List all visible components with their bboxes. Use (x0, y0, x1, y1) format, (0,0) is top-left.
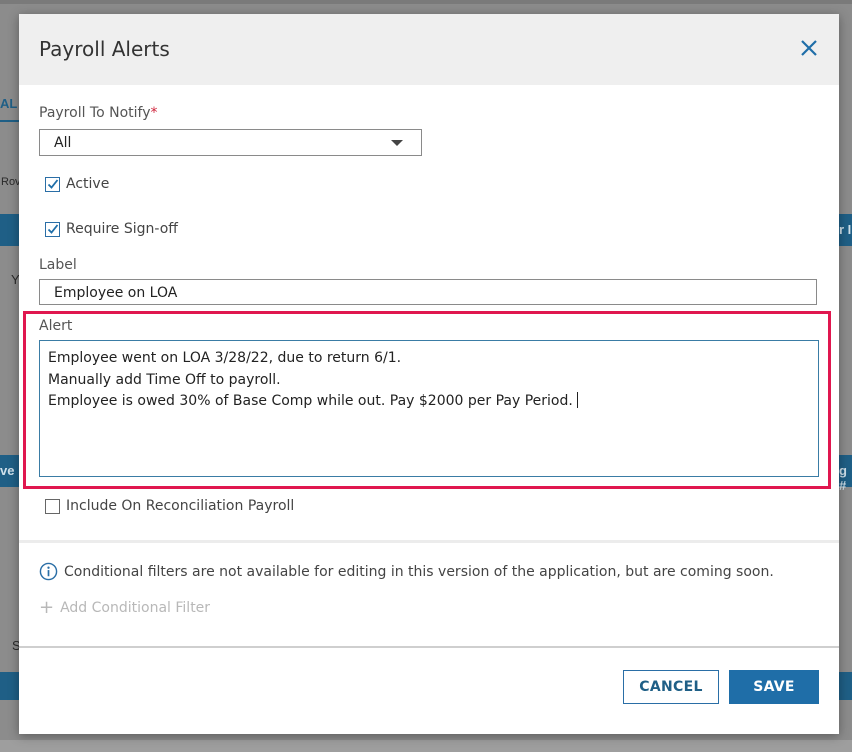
info-icon (39, 562, 58, 581)
close-icon (801, 40, 817, 56)
background-rows-text: Rov (1, 176, 21, 188)
alert-line-1: Employee went on LOA 3/28/22, due to ret… (48, 350, 402, 366)
alert-textarea[interactable]: Employee went on LOA 3/28/22, due to ret… (39, 340, 819, 477)
active-label: Active (66, 176, 110, 192)
alert-field-label: Alert (39, 318, 73, 334)
required-marker: * (150, 105, 158, 121)
payroll-alerts-dialog: Payroll Alerts Payroll To Notify* All Ac… (19, 14, 839, 734)
label-input-value: Employee on LOA (54, 285, 178, 301)
alert-line-2: Manually add Time Off to payroll. (48, 371, 281, 388)
active-checkbox[interactable] (45, 176, 60, 192)
footer-divider (19, 646, 839, 648)
background-top-strip (0, 0, 852, 4)
background-bar-bottom-right (839, 672, 852, 700)
alert-line-3-wrap: Employee is owed 30% of Base Comp while … (48, 391, 810, 413)
background-bottom-strip (0, 740, 852, 752)
background-tab-underline (0, 120, 19, 122)
cancel-button[interactable]: CANCEL (623, 670, 719, 704)
background-header-text-right: r I (839, 222, 852, 237)
active-checkbox-row[interactable]: Active (45, 174, 109, 194)
text-cursor (576, 392, 578, 408)
label-input[interactable]: Employee on LOA (39, 279, 817, 305)
include-reconciliation-row[interactable]: Include On Reconciliation Payroll (45, 496, 294, 516)
payroll-to-notify-label: Payroll To Notify* (39, 105, 158, 121)
chevron-down-icon (391, 140, 403, 146)
close-button[interactable] (797, 36, 821, 60)
add-conditional-filter-button[interactable]: + Add Conditional Filter (39, 597, 211, 618)
save-button[interactable]: SAVE (729, 670, 819, 704)
conditional-info-row: Conditional filters are not available fo… (39, 562, 774, 581)
add-conditional-filter-label: Add Conditional Filter (60, 600, 211, 616)
background-tab: AL (0, 96, 18, 111)
require-signoff-label: Require Sign-off (66, 221, 178, 237)
include-reconciliation-checkbox[interactable] (45, 498, 60, 514)
background-header-bar-left (0, 214, 19, 246)
payroll-to-notify-label-text: Payroll To Notify (39, 105, 151, 121)
background-header-text-right-2: g # (839, 463, 847, 493)
require-signoff-checkbox-row[interactable]: Require Sign-off (45, 219, 178, 239)
checkmark-icon (47, 223, 59, 234)
payroll-to-notify-select[interactable]: All (39, 129, 422, 156)
dialog-title: Payroll Alerts (39, 37, 170, 61)
background-bar-bottom-left (0, 672, 19, 700)
plus-icon: + (39, 597, 55, 618)
section-divider (19, 540, 839, 543)
require-signoff-checkbox[interactable] (45, 221, 60, 237)
label-field-label: Label (39, 257, 77, 273)
checkmark-icon (47, 178, 59, 189)
include-reconciliation-label: Include On Reconciliation Payroll (66, 498, 295, 514)
alert-line-3: Employee is owed 30% of Base Comp while … (48, 393, 573, 409)
conditional-info-text: Conditional filters are not available fo… (64, 563, 774, 580)
payroll-to-notify-value: All (54, 135, 72, 151)
dialog-header: Payroll Alerts (19, 14, 839, 85)
